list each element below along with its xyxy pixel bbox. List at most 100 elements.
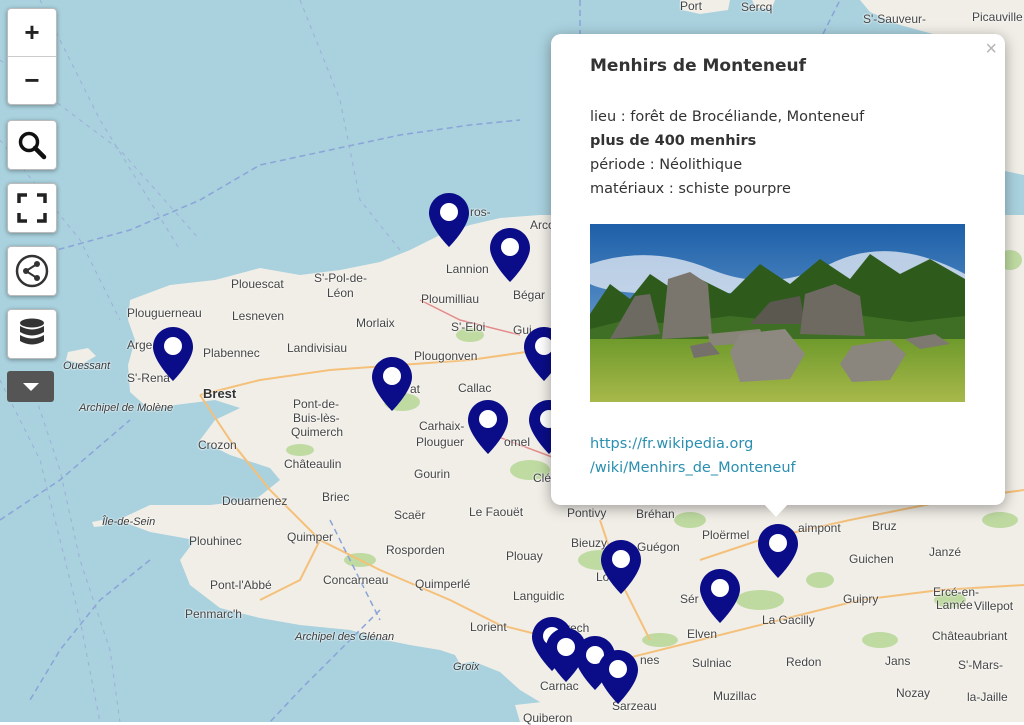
- place-label: Sulniac: [692, 656, 732, 670]
- popup-materials: matériaux : schiste pourpre: [590, 181, 791, 197]
- place-label: Île-de-Sein: [102, 516, 156, 528]
- map-marker[interactable]: [370, 355, 414, 413]
- place-label: Landivisiau: [287, 341, 348, 355]
- place-label: Concarneau: [323, 573, 389, 587]
- map-marker[interactable]: [698, 567, 742, 625]
- place-label: Crozon: [198, 438, 237, 452]
- place-label: Villepot: [974, 599, 1014, 613]
- place-label: Le Faouët: [469, 505, 524, 519]
- map-marker[interactable]: [599, 538, 643, 596]
- place-label: Morlaix: [356, 316, 395, 330]
- place-label: Scaër: [394, 508, 426, 522]
- popup-details: lieu : forêt de Brocéliande, Monteneuf p…: [590, 105, 864, 201]
- place-label: Carhaix-: [419, 419, 465, 433]
- popup-close-button[interactable]: ×: [985, 38, 997, 61]
- place-label: Rosporden: [386, 543, 445, 557]
- place-label: Plabennec: [203, 346, 260, 360]
- fullscreen-icon: [17, 193, 47, 223]
- place-label: Plouguer: [416, 435, 465, 449]
- wikipedia-link[interactable]: https://fr.wikipedia.org /wiki/Menhirs_d…: [590, 432, 796, 480]
- place-label: Ploumilliau: [421, 292, 480, 306]
- marker-popup: × Menhirs de Monteneuf lieu : forêt de B…: [551, 34, 1005, 505]
- link-line: /wiki/Menhirs_de_Monteneuf: [590, 460, 796, 476]
- link-line: https://fr.wikipedia.org: [590, 436, 754, 452]
- popup-photo: [590, 224, 965, 402]
- map-marker[interactable]: [488, 226, 532, 284]
- place-label: Callac: [458, 381, 492, 395]
- place-label: Sér: [680, 592, 699, 606]
- expand-dropdown-button[interactable]: [7, 371, 54, 402]
- place-label: Buis-lès-: [293, 411, 340, 425]
- search-icon: [18, 131, 47, 160]
- place-label: Bréhan: [636, 507, 675, 521]
- place-label: Plouescat: [231, 277, 284, 291]
- popup-title: Menhirs de Monteneuf: [590, 56, 807, 76]
- place-label: Plouhinec: [189, 534, 242, 548]
- place-label: Guégon: [637, 540, 680, 554]
- popup-period: période : Néolithique: [590, 157, 743, 173]
- place-label: Léon: [327, 286, 354, 300]
- place-label: Bruz: [872, 519, 897, 533]
- place-label: Lorient: [470, 620, 507, 634]
- place-label: Bégar: [513, 288, 546, 302]
- place-label: Plougonven: [414, 349, 478, 363]
- place-label: Lamée: [936, 598, 973, 612]
- place-label: aimpont: [798, 521, 841, 535]
- place-label: Quimerch: [291, 425, 344, 439]
- place-label: Arge: [127, 338, 153, 352]
- place-label: Pont-l'Abbé: [210, 578, 272, 592]
- place-label: Gourin: [414, 467, 451, 481]
- map-marker[interactable]: [151, 325, 195, 383]
- place-label: Lannion: [446, 262, 489, 276]
- place-label: Elven: [687, 627, 718, 641]
- map-marker[interactable]: [427, 191, 471, 249]
- menhirs-photo: [590, 224, 965, 402]
- layers-button[interactable]: [7, 309, 57, 359]
- map-marker[interactable]: [466, 398, 510, 456]
- popup-location: lieu : forêt de Brocéliande, Monteneuf: [590, 109, 865, 125]
- place-label: Plouguerneau: [127, 306, 202, 320]
- zoom-out-button[interactable]: −: [8, 56, 56, 104]
- place-label: Pont-de-: [293, 397, 340, 411]
- place-label: Ploërmel: [702, 528, 750, 542]
- place-label: La Gacilly: [762, 613, 815, 627]
- chevron-down-icon: [22, 382, 39, 391]
- place-label: Sercq: [741, 0, 773, 14]
- place-label: Quimper: [287, 530, 334, 544]
- place-label: S'-Sauveur-: [863, 12, 926, 26]
- place-label: Plouay: [506, 549, 543, 563]
- place-label: Groix: [453, 661, 480, 673]
- place-label: Briec: [322, 490, 350, 504]
- place-label: S'-Eloi: [451, 320, 486, 334]
- place-label: Brest: [203, 386, 237, 401]
- place-label: nes: [640, 653, 660, 667]
- map-marker[interactable]: [596, 648, 640, 706]
- fullscreen-button[interactable]: [7, 183, 57, 233]
- place-label: Châteaubriant: [932, 629, 1008, 643]
- place-label: S'-Mars-: [958, 658, 1003, 672]
- place-label: Pontivy: [567, 506, 607, 520]
- place-label: ros-: [470, 205, 491, 219]
- popup-menhir-count: plus de 400 menhirs: [590, 133, 757, 149]
- zoom-in-button[interactable]: +: [8, 9, 56, 56]
- place-label: Picauville: [972, 10, 1023, 24]
- place-label: la-Jaille: [967, 690, 1008, 704]
- share-button[interactable]: [7, 246, 57, 296]
- place-label: Guipry: [843, 592, 879, 606]
- place-label: Languidic: [513, 589, 565, 603]
- place-label: S'-Pol-de-: [314, 271, 367, 285]
- search-button[interactable]: [7, 120, 57, 170]
- place-label: Douarnenez: [222, 494, 288, 508]
- place-label: Ouessant: [63, 360, 111, 372]
- place-label: Jans: [885, 654, 911, 668]
- place-label: Muzillac: [713, 689, 757, 703]
- place-label: Nozay: [896, 686, 931, 700]
- database-icon: [20, 318, 44, 345]
- place-label: Ercé-en-: [933, 585, 980, 599]
- map-marker[interactable]: [756, 522, 800, 580]
- place-label: Lesneven: [232, 309, 285, 323]
- place-label: Châteaulin: [284, 457, 342, 471]
- share-icon: [15, 254, 49, 288]
- place-label: Archipel des Glénan: [295, 631, 395, 643]
- place-label: Penmarc'h: [185, 607, 242, 621]
